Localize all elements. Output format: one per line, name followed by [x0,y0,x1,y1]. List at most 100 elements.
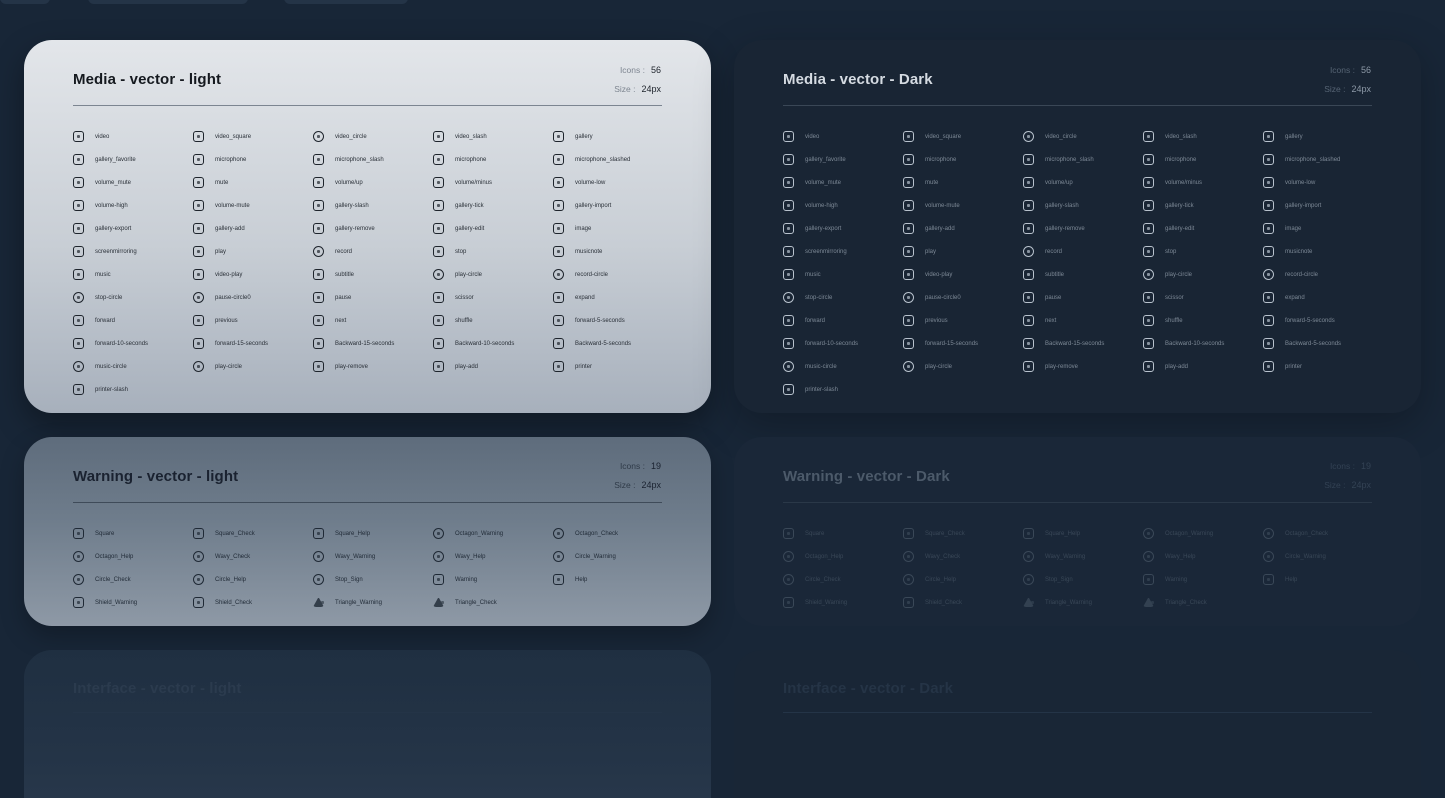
icon-item[interactable]: Octagon_Warning [1143,522,1263,545]
icon-item[interactable]: Triangle_Check [1143,591,1263,614]
icon-item[interactable]: Backward-15-seconds [1023,332,1143,355]
icon-item[interactable]: microphone [193,148,313,171]
icon-item[interactable]: Triangle_Warning [313,591,433,614]
icon-item[interactable]: microphone [433,148,553,171]
icon-item[interactable]: printer [553,355,673,378]
icon-item[interactable]: play-circle [1143,263,1263,286]
icon-item[interactable]: microphone_slash [1023,148,1143,171]
icon-item[interactable]: expand [553,286,673,309]
icon-item[interactable]: musicnote [553,240,673,263]
icon-item[interactable]: gallery_favorite [73,148,193,171]
icon-item[interactable]: Octagon_Help [73,545,193,568]
icon-item[interactable]: Backward-5-seconds [553,332,673,355]
icon-item[interactable]: forward [73,309,193,332]
icon-item[interactable]: Stop_Sign [1023,568,1143,591]
icon-item[interactable]: stop [433,240,553,263]
icon-item[interactable]: shuffle [433,309,553,332]
media-light-card[interactable]: Media - vector - light Icons :56 Size :2… [24,40,711,413]
icon-item[interactable]: video [73,125,193,148]
icon-item[interactable]: play-add [1143,355,1263,378]
icon-item[interactable]: screenmirroring [73,240,193,263]
icon-item[interactable]: forward-10-seconds [73,332,193,355]
icon-item[interactable]: printer [1263,355,1383,378]
icon-item[interactable]: volume-low [1263,171,1383,194]
icon-item[interactable]: volume-high [783,194,903,217]
icon-item[interactable]: Backward-10-seconds [1143,332,1263,355]
icon-item[interactable]: previous [903,309,1023,332]
icon-item[interactable]: play-circle [193,355,313,378]
icon-item[interactable]: Circle_Check [73,568,193,591]
icon-item[interactable]: record-circle [1263,263,1383,286]
icon-item[interactable]: video_slash [1143,125,1263,148]
icon-item[interactable]: pause-circle0 [193,286,313,309]
icon-item[interactable]: music [783,263,903,286]
icon-item[interactable]: Wavy_Help [433,545,553,568]
icon-item[interactable]: Backward-15-seconds [313,332,433,355]
icon-item[interactable]: Triangle_Check [433,591,553,614]
icon-item[interactable]: music-circle [783,355,903,378]
icon-item[interactable]: Circle_Warning [1263,545,1383,568]
icon-item[interactable]: next [313,309,433,332]
icon-item[interactable]: play [903,240,1023,263]
icon-item[interactable]: Square [73,522,193,545]
icon-item[interactable]: stop [1143,240,1263,263]
icon-item[interactable]: Backward-5-seconds [1263,332,1383,355]
icon-item[interactable]: microphone_slashed [1263,148,1383,171]
icon-item[interactable]: Square_Check [193,522,313,545]
icon-item[interactable]: gallery-import [1263,194,1383,217]
icon-item[interactable]: Warning [433,568,553,591]
icon-item[interactable]: Square_Help [1023,522,1143,545]
interface-dark-card[interactable]: Interface - vector - Dark [734,650,1421,798]
icon-item[interactable]: stop-circle [783,286,903,309]
icon-item[interactable]: Square [783,522,903,545]
icon-item[interactable]: volume/up [1023,171,1143,194]
icon-item[interactable]: video_circle [313,125,433,148]
icon-item[interactable]: play [193,240,313,263]
icon-item[interactable]: musicnote [1263,240,1383,263]
icon-item[interactable]: Wavy_Check [903,545,1023,568]
icon-item[interactable]: Backward-10-seconds [433,332,553,355]
icon-item[interactable]: microphone_slashed [553,148,673,171]
icon-item[interactable]: Octagon_Warning [433,522,553,545]
icon-item[interactable]: forward-10-seconds [783,332,903,355]
icon-item[interactable]: printer-slash [783,378,903,401]
icon-item[interactable]: record-circle [553,263,673,286]
icon-item[interactable]: gallery-slash [313,194,433,217]
icon-item[interactable]: video_square [903,125,1023,148]
icon-item[interactable]: gallery-slash [1023,194,1143,217]
icon-item[interactable]: subtitle [1023,263,1143,286]
icon-item[interactable]: video_square [193,125,313,148]
icon-item[interactable]: play-remove [313,355,433,378]
icon-item[interactable]: mute [903,171,1023,194]
icon-item[interactable]: image [553,217,673,240]
warning-light-card[interactable]: Warning - vector - light Icons :19 Size … [24,437,711,626]
icon-item[interactable]: video_circle [1023,125,1143,148]
icon-item[interactable]: video-play [903,263,1023,286]
icon-item[interactable]: gallery-tick [1143,194,1263,217]
icon-item[interactable]: Circle_Help [903,568,1023,591]
icon-item[interactable]: volume_mute [73,171,193,194]
icon-item[interactable]: forward [783,309,903,332]
icon-item[interactable]: play-add [433,355,553,378]
icon-item[interactable]: gallery-add [193,217,313,240]
icon-item[interactable]: gallery-add [903,217,1023,240]
icon-item[interactable]: Shield_Warning [783,591,903,614]
icon-item[interactable]: Octagon_Check [1263,522,1383,545]
icon-item[interactable]: Wavy_Warning [1023,545,1143,568]
icon-item[interactable]: forward-5-seconds [553,309,673,332]
icon-item[interactable]: Square_Help [313,522,433,545]
icon-item[interactable]: Help [553,568,673,591]
interface-light-card[interactable]: Interface - vector - light [24,650,711,798]
icon-item[interactable]: video-play [193,263,313,286]
icon-item[interactable]: gallery-remove [1023,217,1143,240]
icon-item[interactable]: microphone [1143,148,1263,171]
icon-item[interactable]: Shield_Warning [73,591,193,614]
icon-item[interactable]: pause [1023,286,1143,309]
icon-item[interactable]: volume_mute [783,171,903,194]
icon-item[interactable]: video_slash [433,125,553,148]
icon-item[interactable]: scissor [433,286,553,309]
icon-item[interactable]: Octagon_Help [783,545,903,568]
icon-item[interactable]: stop-circle [73,286,193,309]
icon-item[interactable]: Circle_Check [783,568,903,591]
icon-item[interactable]: Wavy_Check [193,545,313,568]
